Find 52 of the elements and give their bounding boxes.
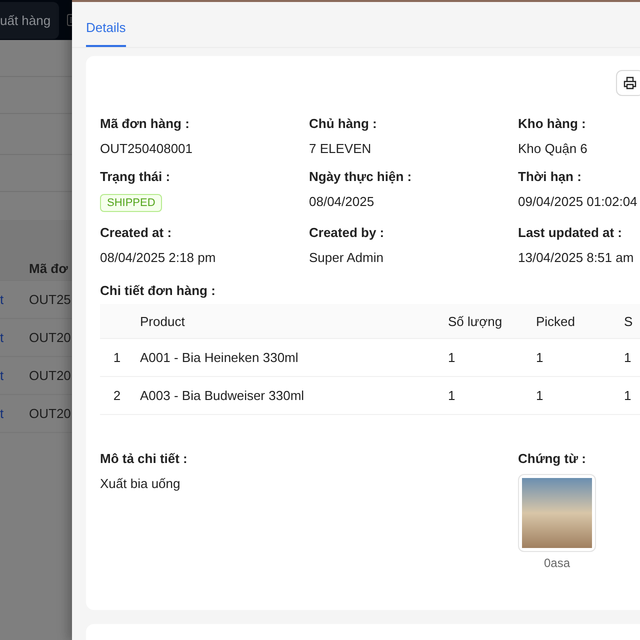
printer-icon [623,76,637,90]
row-link[interactable]: t [0,330,29,345]
field-label: Chứng từ : [518,451,586,466]
field-label: Last updated at : [518,225,622,240]
table-cell: 1 [530,376,618,414]
details-tab[interactable]: Details [86,2,126,47]
description-text: Xuất bia uống [100,476,180,491]
field-label: Chủ hàng : [309,116,377,131]
field-label: Created by : [309,225,384,240]
table-cell: 1 [618,338,640,376]
column-header: Số lượng [442,304,530,338]
table-cell: OUT25 [29,292,71,307]
table-cell: OUT20 [29,406,71,421]
field-value: 13/04/2025 8:51 am [518,250,634,265]
row-number: 1 [100,338,134,376]
field-label: Ngày thực hiện : [309,169,412,184]
file-name: 0asa [544,556,570,570]
table-cell: 1 [442,338,530,376]
field-value: 08/04/2025 2:18 pm [100,250,216,265]
field-label: Mã đơn hàng : [100,116,190,131]
table-cell: 1 [442,376,530,414]
table-cell: A003 - Bia Budweiser 330ml [134,376,442,414]
field-label: Created at : [100,225,172,240]
row-number: 2 [100,376,134,414]
table-cell: A001 - Bia Heineken 330ml [134,338,442,376]
field-value: 7 ELEVEN [309,141,372,156]
table-cell: OUT20 [29,330,71,345]
field-value: 09/04/2025 01:02:04 [518,194,638,209]
field-value: 08/04/2025 [309,194,374,209]
row-link[interactable]: t [0,292,29,307]
field-label: Kho hàng : [518,116,586,131]
image-thumbnail[interactable] [518,474,596,552]
field-label: Mô tả chi tiết : [100,451,188,466]
column-header: Picked [530,304,618,338]
column-header: Mã đơ [29,261,68,276]
field-value: OUT250408001 [100,141,193,156]
print-button[interactable] [616,70,640,96]
nav-tab[interactable]: uất hàng [0,2,59,38]
field-value: Kho Quận 6 [518,141,588,156]
column-header: Product [134,304,442,338]
field-label: Trạng thái : [100,169,170,184]
status-tag: SHIPPED [100,194,162,212]
section-title: Chi tiết đơn hàng : [100,283,216,298]
row-link[interactable]: t [0,368,29,383]
photo-placeholder [522,478,592,548]
table-cell: OUT20 [29,368,71,383]
table-cell: 1 [530,338,618,376]
row-link[interactable]: t [0,406,29,421]
field-value: Super Admin [309,250,384,265]
column-header: S [618,304,640,338]
table-cell: 1 [618,376,640,414]
field-label: Thời hạn : [518,169,582,184]
